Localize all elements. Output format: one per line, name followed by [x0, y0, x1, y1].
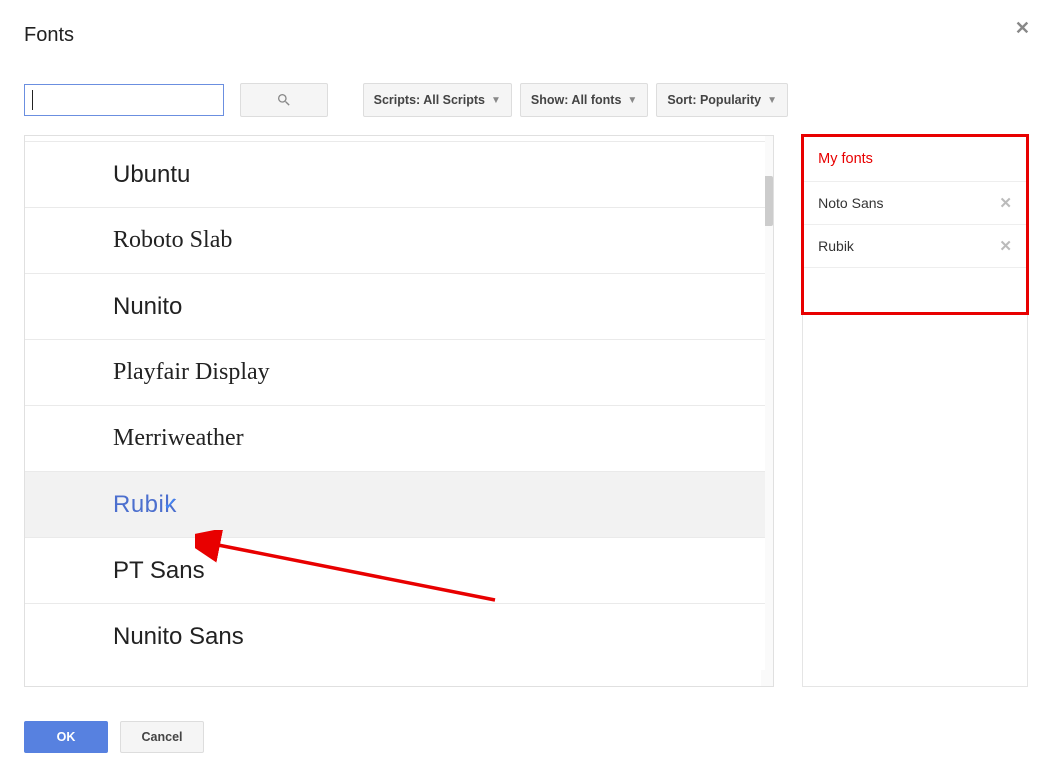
- font-name-label: PT Sans: [113, 557, 205, 585]
- show-filter-label: Show: All fonts: [531, 93, 622, 107]
- font-row-playfair[interactable]: ✓ Playfair Display: [25, 340, 765, 406]
- font-row-roboto-slab[interactable]: ✓ Roboto Slab: [25, 208, 765, 274]
- chevron-down-icon: ▼: [627, 95, 637, 106]
- scripts-filter[interactable]: Scripts: All Scripts ▼: [363, 83, 512, 117]
- font-row-nunito-sans[interactable]: ✓ Nunito Sans: [25, 604, 765, 670]
- cancel-button[interactable]: Cancel: [120, 721, 204, 753]
- text-cursor: [32, 90, 33, 110]
- chevron-down-icon: ▼: [491, 95, 501, 106]
- dialog-footer: OK Cancel: [24, 721, 204, 753]
- font-name-label: Roboto Slab: [113, 227, 232, 254]
- font-list[interactable]: ✓ Noto Sans ✓ Ubuntu ✓ Roboto Slab: [24, 135, 774, 687]
- font-row-pt-sans[interactable]: ✓ PT Sans: [25, 538, 765, 604]
- font-name-label: Ubuntu: [113, 161, 190, 189]
- my-font-label: Noto Sans: [818, 195, 883, 211]
- my-fonts-header: My fonts: [804, 137, 1026, 182]
- font-name-label: Playfair Display: [113, 359, 270, 386]
- search-button[interactable]: [240, 83, 328, 117]
- check-icon: ✓: [163, 494, 178, 515]
- my-fonts-panel: My fonts Noto Sans ✕ Rubik ✕: [802, 135, 1028, 687]
- remove-icon[interactable]: ✕: [999, 194, 1012, 212]
- font-row-noto-sans[interactable]: ✓ Noto Sans: [25, 135, 765, 142]
- chevron-down-icon: ▼: [767, 95, 777, 106]
- controls-row: Scripts: All Scripts ▼ Show: All fonts ▼…: [24, 83, 788, 117]
- my-font-item-rubik[interactable]: Rubik ✕: [804, 225, 1026, 268]
- remove-icon[interactable]: ✕: [999, 237, 1012, 255]
- font-name-label: Nunito: [113, 293, 182, 321]
- search-input[interactable]: [24, 84, 224, 116]
- font-name-label: Nunito Sans: [113, 623, 244, 651]
- sort-filter[interactable]: Sort: Popularity ▼: [656, 83, 788, 117]
- ok-button[interactable]: OK: [24, 721, 108, 753]
- main-area: ✓ Noto Sans ✓ Ubuntu ✓ Roboto Slab: [24, 135, 1028, 687]
- font-row-rubik[interactable]: ✓ Rubik: [25, 472, 765, 538]
- close-icon[interactable]: ✕: [1015, 18, 1030, 39]
- font-row-merriweather[interactable]: ✓ Merriweather: [25, 406, 765, 472]
- scripts-filter-label: Scripts: All Scripts: [374, 93, 485, 107]
- search-icon: [276, 92, 292, 108]
- my-fonts-highlight-box: My fonts Noto Sans ✕ Rubik ✕: [801, 134, 1029, 315]
- dialog-title: Fonts: [24, 24, 1028, 47]
- my-font-label: Rubik: [818, 238, 854, 254]
- fonts-dialog: Fonts ✕ Scripts: All Scripts ▼ Show: All…: [0, 0, 1052, 771]
- font-name-label: Merriweather: [113, 425, 244, 452]
- font-row-ubuntu[interactable]: ✓ Ubuntu: [25, 142, 765, 208]
- show-filter[interactable]: Show: All fonts ▼: [520, 83, 648, 117]
- sort-filter-label: Sort: Popularity: [667, 93, 761, 107]
- my-font-item-noto-sans[interactable]: Noto Sans ✕: [804, 182, 1026, 225]
- font-row-nunito[interactable]: ✓ Nunito: [25, 274, 765, 340]
- filters-group: Scripts: All Scripts ▼ Show: All fonts ▼…: [363, 83, 788, 117]
